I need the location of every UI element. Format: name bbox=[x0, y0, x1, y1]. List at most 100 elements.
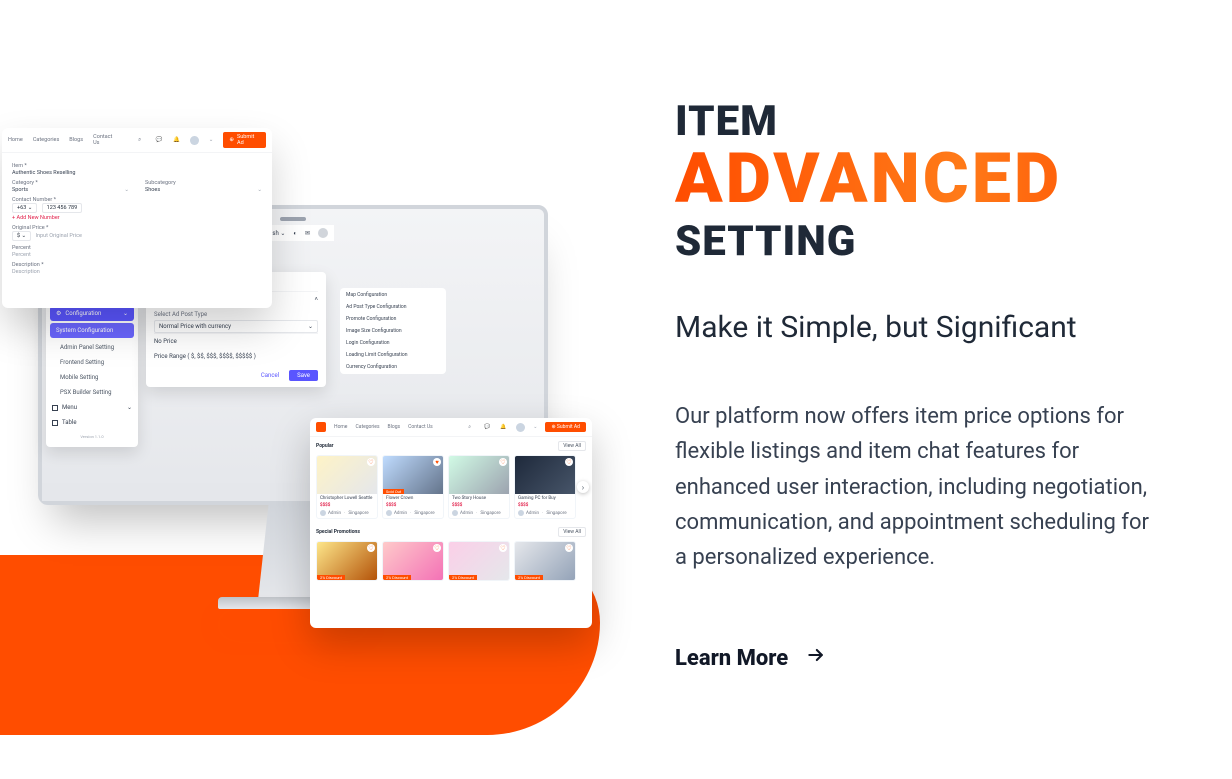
product-thumb: ♥ Sold Out bbox=[383, 456, 443, 494]
product-thumb: ♡2% Discount bbox=[449, 542, 509, 580]
discount-badge: 2% Discount bbox=[317, 575, 345, 580]
sold-out-badge: Sold Out bbox=[383, 489, 404, 494]
form-topbar: Home Categories Blogs Contact Us ⌕ 💬 🔔 ⌄… bbox=[2, 128, 272, 153]
nav-blogs[interactable]: Blogs bbox=[388, 424, 401, 430]
product-card[interactable]: ♡ Gaming PC for Buy $$$$ Admin · Singapo… bbox=[514, 455, 576, 519]
subcategory-select[interactable]: Shoes ⌄ bbox=[145, 187, 262, 193]
submit-ad-label: Submit Ad bbox=[237, 134, 260, 146]
product-meta: Admin · Singapore bbox=[383, 508, 443, 518]
percent-label: Percent bbox=[12, 245, 262, 251]
view-all-button[interactable]: View All bbox=[558, 527, 586, 537]
section-title: Popular bbox=[316, 443, 333, 449]
promo-section: Special Promotions View All ♡ 2% Discount… bbox=[310, 523, 592, 585]
product-title: Gaming PC for Buy bbox=[515, 494, 575, 503]
form-body: Item * Authentic Shoes Reselling Categor… bbox=[2, 153, 272, 281]
product-thumb: ♡ bbox=[317, 456, 377, 494]
percent-input[interactable]: Percent bbox=[12, 252, 262, 258]
heart-icon[interactable]: ♡ bbox=[367, 458, 375, 466]
category-label: Category * bbox=[12, 180, 129, 186]
item-label: Item * bbox=[12, 163, 262, 169]
monitor-camera bbox=[280, 217, 306, 221]
product-title: Two Story House bbox=[449, 494, 509, 503]
currency-select[interactable]: $ ⌄ bbox=[12, 231, 31, 241]
chevron-down-icon: ⌄ bbox=[533, 424, 537, 430]
marketplace-card: Home Categories Blogs Contact Us ⌕ 💬 🔔 ⌄… bbox=[310, 418, 592, 628]
avatar bbox=[452, 510, 458, 516]
popular-section: Popular View All ♡ Christopher Lowell Se… bbox=[310, 437, 592, 523]
hero-title-line2: ADVANCED bbox=[675, 144, 1150, 214]
avatar bbox=[386, 510, 392, 516]
subcategory-label: Subcategory bbox=[145, 180, 262, 186]
product-card[interactable]: ♡2% Discount bbox=[514, 541, 576, 581]
nav-contact[interactable]: Contact Us bbox=[408, 424, 433, 430]
chevron-down-icon: ⌄ bbox=[28, 205, 33, 211]
phone-prefix-select[interactable]: +63 ⌄ bbox=[12, 203, 37, 213]
arrow-right-icon bbox=[806, 645, 826, 671]
market-topbar: Home Categories Blogs Contact Us ⌕ 💬 🔔 ⌄… bbox=[310, 418, 592, 437]
carousel-next-button[interactable]: › bbox=[577, 481, 589, 493]
nav-blogs[interactable]: Blogs bbox=[69, 137, 83, 143]
promo-grid: ♡2% Discount ♡2% Discount ♡2% Discount ♡… bbox=[316, 541, 586, 581]
hero-body: Our platform now offers item price optio… bbox=[675, 399, 1150, 575]
discount-badge: 2% Discount bbox=[383, 575, 411, 580]
heart-icon[interactable]: ♡ bbox=[499, 458, 507, 466]
product-meta: Admin · Singapore bbox=[317, 508, 377, 518]
heart-icon[interactable]: ♡ bbox=[565, 458, 573, 466]
search-icon[interactable]: ⌕ bbox=[138, 137, 145, 144]
nav-contact[interactable]: Contact Us bbox=[93, 134, 118, 146]
heart-icon[interactable]: ♥ bbox=[433, 458, 441, 466]
avatar[interactable] bbox=[516, 423, 525, 432]
submit-ad-button[interactable]: ⊕ Submit Ad bbox=[545, 422, 586, 432]
product-card[interactable]: ♡ 2% Discount bbox=[382, 541, 444, 581]
chevron-down-icon: ⌄ bbox=[21, 233, 26, 239]
view-all-button[interactable]: View All bbox=[558, 441, 586, 451]
avatar bbox=[320, 510, 326, 516]
avatar[interactable] bbox=[190, 136, 198, 145]
hero-subtitle: Make it Simple, but Significant bbox=[675, 310, 1150, 345]
product-thumb: ♡ 2% Discount bbox=[383, 542, 443, 580]
nav-home[interactable]: Home bbox=[334, 424, 347, 430]
product-title: Christopher Lowell Seattle bbox=[317, 494, 377, 503]
submit-ad-button[interactable]: ⊕Submit Ad bbox=[223, 132, 266, 148]
heart-icon[interactable]: ♡ bbox=[433, 544, 441, 552]
product-card[interactable]: ♥ Sold Out Flower Crown $$$$ Admin · Sin… bbox=[382, 455, 444, 519]
product-meta: Admin · Singapore bbox=[449, 508, 509, 518]
learn-more-link[interactable]: Learn More bbox=[675, 645, 826, 671]
product-title: Flower Crown bbox=[383, 494, 443, 503]
product-card[interactable]: ♡ 2% Discount bbox=[316, 541, 378, 581]
search-icon[interactable]: ⌕ bbox=[468, 424, 476, 430]
product-card[interactable]: ♡ Two Story House $$$$ Admin · Singapore bbox=[448, 455, 510, 519]
item-form-card: Home Categories Blogs Contact Us ⌕ 💬 🔔 ⌄… bbox=[2, 128, 272, 308]
learn-more-label: Learn More bbox=[675, 646, 788, 671]
description-input[interactable]: Description bbox=[12, 269, 262, 275]
category-select[interactable]: Sports ⌄ bbox=[12, 187, 129, 193]
section-title: Special Promotions bbox=[316, 529, 360, 535]
chevron-down-icon: ⌄ bbox=[257, 187, 262, 193]
add-number-link[interactable]: + Add New Number bbox=[12, 215, 262, 221]
original-price-input[interactable]: Input Original Price bbox=[35, 233, 81, 239]
nav-categories[interactable]: Categories bbox=[355, 424, 379, 430]
plus-icon: ⊕ bbox=[551, 424, 555, 430]
popular-grid: ♡ Christopher Lowell Seattle $$$$ Admin … bbox=[316, 455, 586, 519]
bell-icon[interactable]: 🔔 bbox=[500, 424, 508, 430]
chat-icon[interactable]: 💬 bbox=[484, 424, 492, 430]
chevron-down-icon: ⌄ bbox=[209, 137, 214, 143]
chevron-down-icon: ⌄ bbox=[124, 187, 129, 193]
avatar bbox=[518, 510, 524, 516]
product-thumb: ♡2% Discount bbox=[515, 542, 575, 580]
product-card[interactable]: ♡ Christopher Lowell Seattle $$$$ Admin … bbox=[316, 455, 378, 519]
bell-icon[interactable]: 🔔 bbox=[173, 137, 180, 143]
product-card[interactable]: ♡2% Discount bbox=[448, 541, 510, 581]
nav-categories[interactable]: Categories bbox=[33, 137, 59, 143]
hero-title-line3: SETTING bbox=[675, 220, 1150, 264]
heart-icon[interactable]: ♡ bbox=[565, 544, 573, 552]
heart-icon[interactable]: ♡ bbox=[367, 544, 375, 552]
chat-icon[interactable]: 💬 bbox=[156, 137, 163, 143]
heart-icon[interactable]: ♡ bbox=[499, 544, 507, 552]
contact-row: +63 ⌄ 123 456 789 bbox=[12, 203, 262, 213]
plus-icon: ⊕ bbox=[229, 137, 234, 143]
nav-home[interactable]: Home bbox=[8, 137, 23, 143]
product-meta: Admin · Singapore bbox=[515, 508, 575, 518]
phone-input[interactable]: 123 456 789 bbox=[42, 203, 83, 213]
original-price-row: $ ⌄ Input Original Price bbox=[12, 231, 262, 241]
